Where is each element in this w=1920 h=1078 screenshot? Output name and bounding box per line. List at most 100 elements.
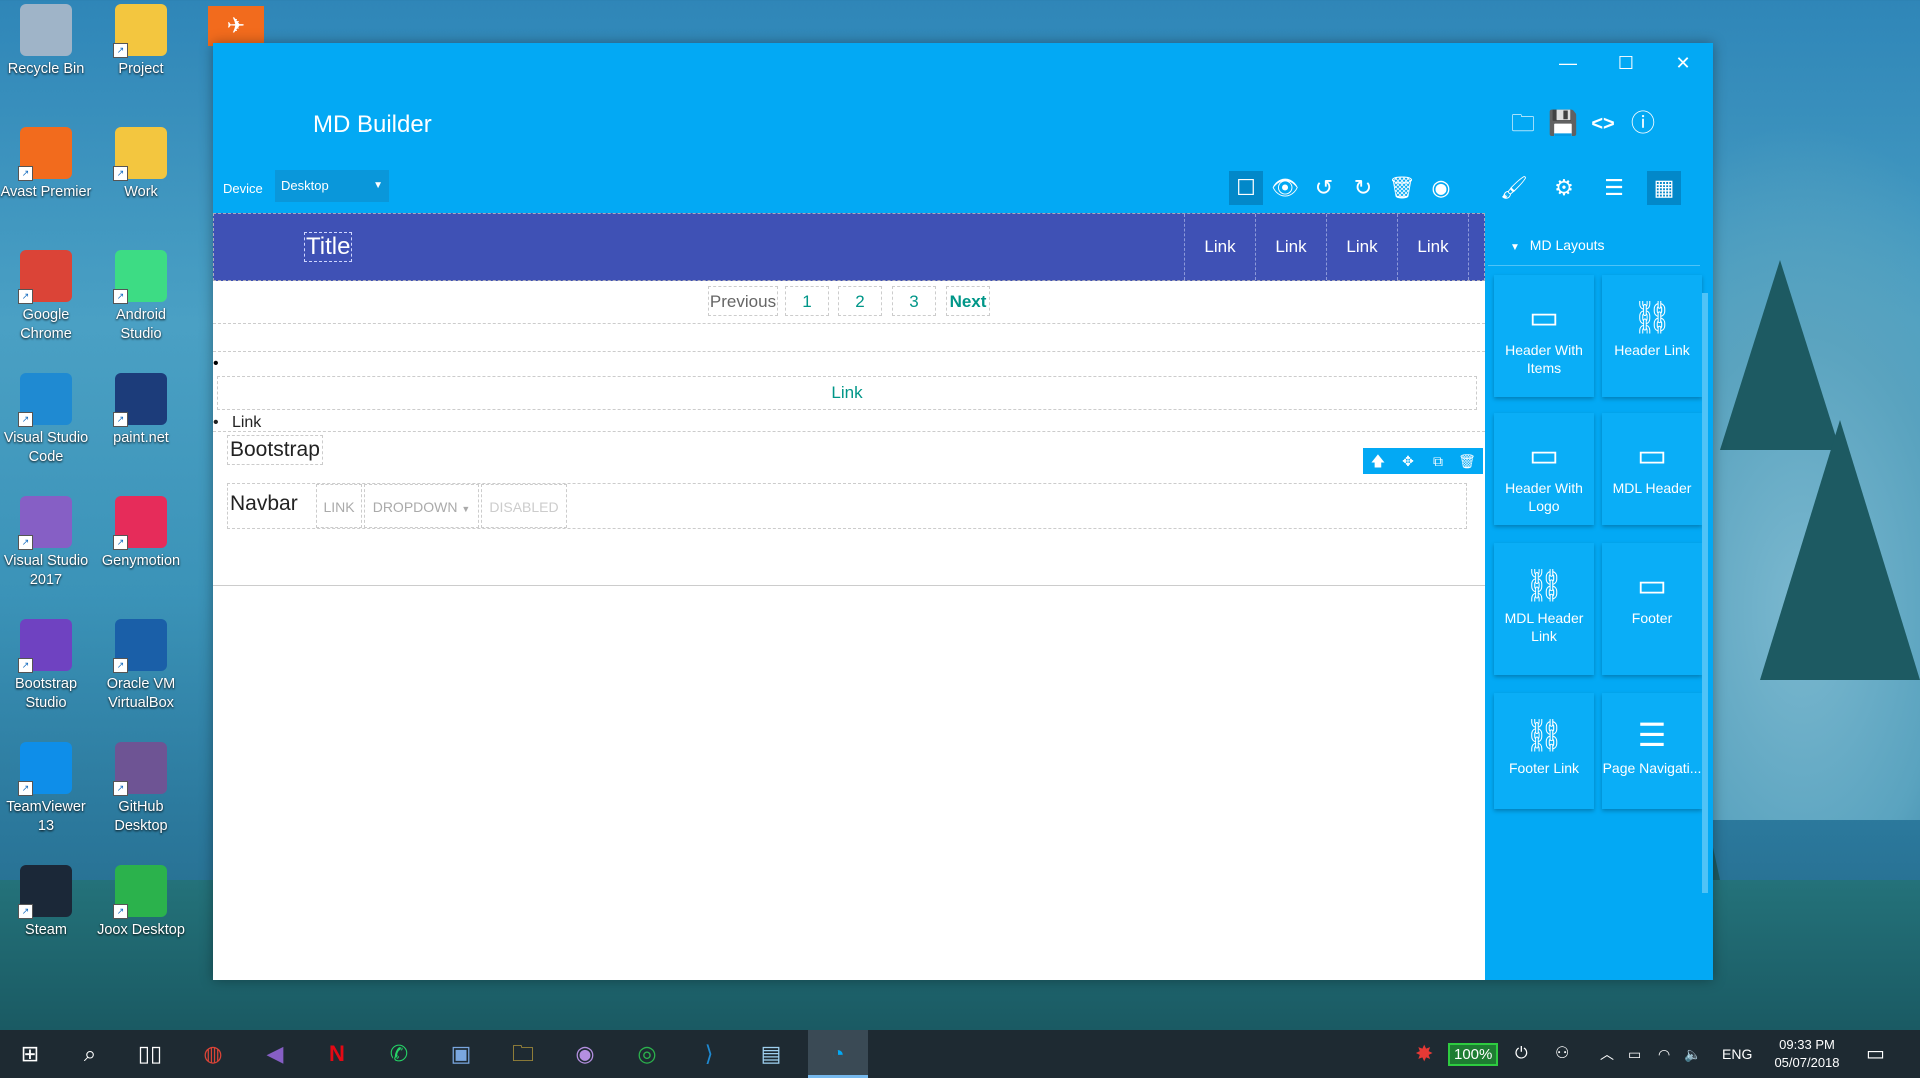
- layout-card[interactable]: ▭ Header With Logo: [1494, 413, 1594, 525]
- task-view-icon[interactable]: ▯▯: [125, 1030, 175, 1078]
- header-link[interactable]: Link: [1255, 214, 1326, 280]
- desktop-icon[interactable]: ↗ paint.net: [95, 373, 187, 448]
- desktop-icon[interactable]: ↗ Visual Studio Code: [0, 373, 92, 467]
- chrome-icon[interactable]: ◍: [188, 1030, 238, 1078]
- paintnet-icon: ↗: [113, 373, 167, 427]
- layout-card-label: Footer: [1631, 610, 1673, 626]
- battery-icon[interactable]: ▭: [1628, 1030, 1641, 1078]
- chevron-up-icon[interactable]: ︿: [1600, 1030, 1614, 1078]
- desktop-icon[interactable]: ↗ Steam: [0, 865, 92, 940]
- code-icon[interactable]: <>: [1588, 109, 1618, 139]
- whatsapp-icon[interactable]: ✆: [374, 1030, 424, 1078]
- undo-icon[interactable]: ↺: [1307, 171, 1341, 205]
- bootstrap-navbar[interactable]: Navbar LINK DROPDOWN ▼ DISABLED: [227, 483, 1467, 529]
- clock[interactable]: 09:33 PM 05/07/2018: [1772, 1030, 1842, 1078]
- github-desktop-icon[interactable]: ◉: [560, 1030, 610, 1078]
- layout-card[interactable]: ☰ Page Navigati...: [1602, 693, 1702, 809]
- md-layouts-section[interactable]: ▼ MD Layouts: [1488, 225, 1700, 266]
- desktop-icon[interactable]: ↗ Avast Premier: [0, 127, 92, 202]
- desktop-icon[interactable]: ↗ Genymotion: [95, 496, 187, 571]
- joox-icon[interactable]: ◎: [622, 1030, 672, 1078]
- component-controls: 🡅 ✥ ⧉ 🗑: [1363, 448, 1483, 474]
- vscode-icon[interactable]: ⟩: [684, 1030, 734, 1078]
- move-icon[interactable]: ✥: [1393, 448, 1423, 474]
- header-link[interactable]: Link: [1184, 214, 1255, 280]
- desktop-icon[interactable]: ↗ Oracle VM VirtualBox: [95, 619, 187, 713]
- close-button[interactable]: ✕: [1668, 51, 1698, 75]
- layout-card[interactable]: ▭ Header With Items: [1494, 275, 1594, 397]
- md-builder-icon[interactable]: ◔: [808, 1030, 868, 1078]
- pagination-page[interactable]: 1: [785, 286, 829, 316]
- desktop-icon[interactable]: ↗ Project: [95, 4, 187, 79]
- pagination-page[interactable]: 2: [838, 286, 882, 316]
- people-icon[interactable]: ⚇: [1555, 1030, 1569, 1078]
- grid-layout-icon[interactable]: ▦: [1647, 171, 1681, 205]
- design-canvas[interactable]: Title Link Link Link Link Previous 1 2 3…: [213, 213, 1485, 980]
- brush-icon[interactable]: 🖌: [1497, 171, 1531, 205]
- minimize-button[interactable]: —: [1553, 51, 1583, 75]
- select-box-icon[interactable]: ☐: [1229, 171, 1263, 205]
- tray-app-icon[interactable]: ✸: [1415, 1030, 1433, 1078]
- device-select[interactable]: Desktop ▼: [275, 170, 389, 202]
- copy-icon[interactable]: ⧉: [1423, 448, 1453, 474]
- windows-start-icon[interactable]: ⊞: [5, 1030, 55, 1078]
- menu-list-icon[interactable]: ☰: [1597, 171, 1631, 205]
- desktop-icon[interactable]: ↗ GitHub Desktop: [95, 742, 187, 836]
- search-icon[interactable]: ⌕: [65, 1030, 115, 1078]
- volume-icon[interactable]: 🔈: [1684, 1030, 1701, 1078]
- navbar-dropdown[interactable]: DROPDOWN ▼: [364, 484, 479, 528]
- info-icon[interactable]: ⓘ: [1628, 109, 1658, 139]
- header-link[interactable]: Link: [1397, 214, 1469, 280]
- layout-card-label: Page Navigati...: [1602, 760, 1702, 776]
- settings-gear-icon[interactable]: ⚙: [1547, 171, 1581, 205]
- layout-card[interactable]: ⛓ Footer Link: [1494, 693, 1594, 809]
- desktop-icon[interactable]: ↗ Android Studio: [95, 250, 187, 344]
- list-item[interactable]: • Link: [213, 410, 261, 436]
- open-folder-icon[interactable]: 🗀: [1508, 109, 1538, 139]
- battery-indicator[interactable]: 100%: [1448, 1030, 1499, 1078]
- desktop-icon[interactable]: ↗ Work: [95, 127, 187, 202]
- pagination-previous[interactable]: Previous: [708, 286, 778, 316]
- language-indicator[interactable]: ENG: [1722, 1030, 1752, 1078]
- header-link[interactable]: Link: [1326, 214, 1397, 280]
- layout-card[interactable]: ▭ MDL Header: [1602, 413, 1702, 525]
- delete-icon[interactable]: 🗑: [1385, 171, 1419, 205]
- preview-eye-icon[interactable]: 👁: [1268, 171, 1302, 205]
- remove-icon[interactable]: 🗑: [1453, 448, 1481, 474]
- desktop-icon-label: Recycle Bin: [7, 61, 85, 77]
- recycle-bin-icon: [20, 4, 72, 56]
- redo-icon[interactable]: ↻: [1346, 171, 1380, 205]
- wifi-icon[interactable]: ◠: [1658, 1030, 1670, 1078]
- md-builder-window: — ☐ ✕ MD Builder 🗀 💾 <> ⓘ Device Desktop…: [213, 43, 1713, 980]
- desktop-icon[interactable]: ↗ Visual Studio 2017: [0, 496, 92, 590]
- desktop-icon[interactable]: ↗ Joox Desktop: [95, 865, 187, 940]
- layout-card[interactable]: ▭ Footer: [1602, 543, 1702, 675]
- layout-card[interactable]: ⛓ MDL Header Link: [1494, 543, 1594, 675]
- move-up-icon[interactable]: 🡅: [1363, 448, 1393, 474]
- header-title[interactable]: Title: [304, 232, 353, 262]
- rocket-app-icon[interactable]: ✈: [208, 6, 264, 46]
- desktop-icon[interactable]: ↗ Google Chrome: [0, 250, 92, 344]
- save-icon[interactable]: 💾: [1548, 109, 1578, 139]
- panel-scrollbar[interactable]: [1702, 293, 1708, 893]
- desktop-icon[interactable]: ↗ TeamViewer 13: [0, 742, 92, 836]
- pagination-page[interactable]: 3: [892, 286, 936, 316]
- file-explorer-icon[interactable]: 🗀: [498, 1030, 548, 1078]
- desktop-icon[interactable]: ↗ Bootstrap Studio: [0, 619, 92, 713]
- bootstrap-heading[interactable]: Bootstrap: [227, 435, 323, 465]
- maximize-button[interactable]: ☐: [1611, 51, 1641, 75]
- layout-card[interactable]: ⛓ Header Link: [1602, 275, 1702, 397]
- list-link-row[interactable]: Link: [217, 376, 1477, 410]
- visual-studio-icon[interactable]: ◀: [250, 1030, 300, 1078]
- desktop-icon[interactable]: Recycle Bin: [0, 4, 92, 79]
- canvas-header-component[interactable]: Title Link Link Link Link: [213, 213, 1485, 281]
- github-icon[interactable]: ◉: [1424, 171, 1458, 205]
- paintnet-icon[interactable]: ▣: [436, 1030, 486, 1078]
- notifications-icon[interactable]: ▭: [1866, 1030, 1885, 1078]
- plug-icon: ⏻: [1515, 1045, 1528, 1062]
- netflix-icon[interactable]: N: [312, 1030, 362, 1078]
- notepad-icon[interactable]: ▤: [746, 1030, 796, 1078]
- pagination-next[interactable]: Next: [946, 286, 990, 316]
- navbar-brand[interactable]: Navbar: [228, 492, 300, 516]
- navbar-link[interactable]: LINK: [316, 484, 362, 528]
